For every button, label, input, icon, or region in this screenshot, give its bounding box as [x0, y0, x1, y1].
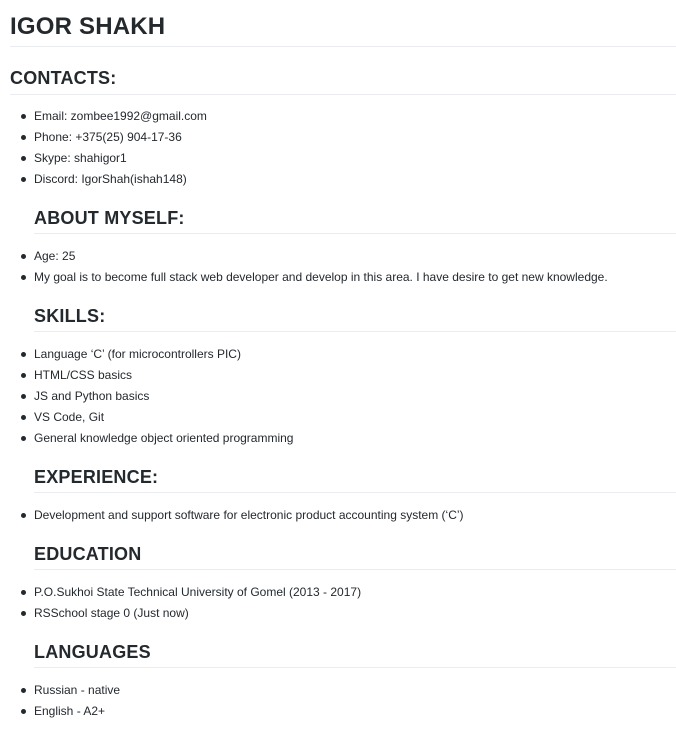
contacts-list: Email: zombee1992@gmail.com Phone: +375(… — [10, 106, 676, 190]
skill-item: General knowledge object oriented progra… — [10, 428, 676, 449]
experience-list: Development and support software for ele… — [10, 505, 676, 526]
experience-divider — [34, 492, 676, 493]
contact-email: Email: zombee1992@gmail.com — [10, 106, 676, 127]
education-divider — [34, 569, 676, 570]
education-list: P.O.Sukhoi State Technical University of… — [10, 582, 676, 624]
education-item: RSSchool stage 0 (Just now) — [10, 603, 676, 624]
skills-divider — [34, 331, 676, 332]
education-heading: EDUCATION — [34, 544, 142, 564]
about-list: Age: 25 My goal is to become full stack … — [10, 246, 676, 288]
experience-item: Development and support software for ele… — [10, 505, 676, 526]
education-item: P.O.Sukhoi State Technical University of… — [10, 582, 676, 603]
about-item: Age: 25 — [10, 246, 676, 267]
title-divider — [10, 46, 676, 47]
languages-divider — [34, 667, 676, 668]
about-divider — [34, 233, 676, 234]
contact-skype: Skype: shahigor1 — [10, 148, 676, 169]
page-title: IGOR SHAKH — [10, 13, 166, 40]
language-item: Russian - native — [10, 680, 676, 701]
experience-heading: EXPERIENCE: — [34, 467, 159, 487]
about-item: My goal is to become full stack web deve… — [10, 267, 676, 288]
skills-list: Language ‘C’ (for microcontrollers PIC) … — [10, 344, 676, 449]
skill-item: VS Code, Git — [10, 407, 676, 428]
contacts-divider — [10, 94, 676, 95]
language-item: English - A2+ — [10, 701, 676, 722]
skill-item: JS and Python basics — [10, 386, 676, 407]
about-heading: ABOUT MYSELF: — [34, 208, 185, 228]
contact-phone: Phone: +375(25) 904-17-36 — [10, 127, 676, 148]
contact-discord: Discord: IgorShah(ishah148) — [10, 169, 676, 190]
languages-heading: LANGUAGES — [34, 642, 151, 662]
languages-list: Russian - native English - A2+ — [10, 680, 676, 722]
contacts-heading: CONTACTS: — [10, 68, 117, 88]
skills-heading: SKILLS: — [34, 306, 106, 326]
skill-item: Language ‘C’ (for microcontrollers PIC) — [10, 344, 676, 365]
skill-item: HTML/CSS basics — [10, 365, 676, 386]
